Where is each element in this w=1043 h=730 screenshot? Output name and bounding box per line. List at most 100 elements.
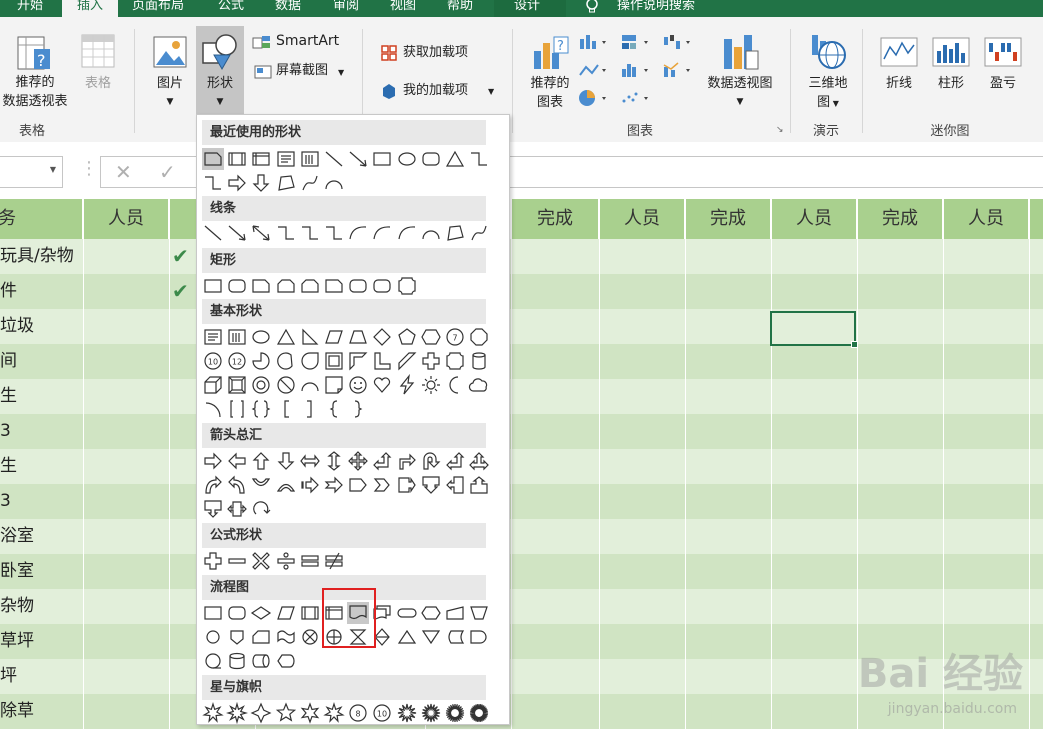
- proc-shape-icon[interactable]: [202, 602, 224, 624]
- cancel-icon[interactable]: ✕: [115, 160, 132, 184]
- grid-cell[interactable]: [858, 379, 944, 414]
- table-icon[interactable]: [80, 33, 116, 73]
- grid-cell[interactable]: [772, 659, 858, 694]
- column-header[interactable]: 人员: [944, 199, 1030, 239]
- line-chart-icon[interactable]: [578, 61, 610, 83]
- arrowline-shape-icon[interactable]: [347, 148, 369, 170]
- fill-handle[interactable]: [851, 341, 858, 348]
- oval-shape-icon[interactable]: [250, 326, 272, 348]
- lbrace-shape-icon[interactable]: [323, 398, 345, 420]
- enter-icon[interactable]: ✓: [159, 160, 176, 184]
- star-shape-icon[interactable]: [323, 702, 345, 724]
- elbow-shape-icon[interactable]: [468, 148, 490, 170]
- grid-cell[interactable]: [600, 484, 686, 519]
- frame-shape-icon[interactable]: [323, 350, 345, 372]
- waterfall-chart-icon[interactable]: [662, 33, 694, 55]
- alt-shape-icon[interactable]: [371, 275, 393, 297]
- grid-cell[interactable]: [84, 309, 170, 344]
- column-header[interactable]: 人员: [772, 199, 858, 239]
- grid-cell[interactable]: [944, 449, 1030, 484]
- stored-shape-icon[interactable]: [444, 626, 466, 648]
- elbow-shape-icon[interactable]: [275, 222, 297, 244]
- rbrack-shape-icon[interactable]: [299, 398, 321, 420]
- arc2-shape-icon[interactable]: [202, 398, 224, 420]
- grid-cell[interactable]: [686, 449, 772, 484]
- grid-cell[interactable]: [1030, 694, 1043, 729]
- grid-cell[interactable]: [84, 414, 170, 449]
- star-shape-icon[interactable]: [275, 702, 297, 724]
- txtbox-shape-icon[interactable]: [202, 326, 224, 348]
- arru-shape-icon[interactable]: [250, 450, 272, 472]
- oval-shape-icon[interactable]: [396, 148, 418, 170]
- plaque-shape-icon[interactable]: [396, 275, 418, 297]
- star-shape-icon[interactable]: [468, 702, 490, 724]
- snip2-shape-icon[interactable]: [299, 275, 321, 297]
- grid-cell[interactable]: [600, 589, 686, 624]
- oct-shape-icon[interactable]: [468, 326, 490, 348]
- grid-cell[interactable]: [84, 344, 170, 379]
- grid-cell[interactable]: [1030, 554, 1043, 589]
- grid-cell[interactable]: [600, 239, 686, 274]
- screenshot-button[interactable]: 屏幕截图: [276, 61, 328, 80]
- arc-shape-icon[interactable]: [299, 374, 321, 396]
- term-shape-icon[interactable]: [396, 602, 418, 624]
- snip2-shape-icon[interactable]: [275, 275, 297, 297]
- snip-shape-icon[interactable]: [250, 275, 272, 297]
- sparkline-column-icon[interactable]: [932, 37, 970, 71]
- grid-cell[interactable]: [772, 274, 858, 309]
- tab-view[interactable]: 视图: [390, 0, 416, 17]
- curve-shape-icon[interactable]: [347, 222, 369, 244]
- uturn-shape-icon[interactable]: [420, 450, 442, 472]
- grid-cell[interactable]: [944, 379, 1030, 414]
- display-shape-icon[interactable]: [275, 650, 297, 672]
- plaque-shape-icon[interactable]: [444, 350, 466, 372]
- line-shape-icon[interactable]: [202, 222, 224, 244]
- elbow-shape-icon[interactable]: [323, 222, 345, 244]
- grid-cell[interactable]: [858, 554, 944, 589]
- rect-shape-icon[interactable]: [202, 275, 224, 297]
- vtxt-shape-icon[interactable]: [299, 148, 321, 170]
- bevel-shape-icon[interactable]: [226, 374, 248, 396]
- pictures-button[interactable]: 图片: [150, 74, 190, 93]
- rrect-shape-icon[interactable]: [226, 275, 248, 297]
- dec-shape-icon[interactable]: [250, 602, 272, 624]
- tab-formulas[interactable]: 公式: [218, 0, 244, 17]
- grid-cell[interactable]: [858, 449, 944, 484]
- grid-cell[interactable]: [944, 554, 1030, 589]
- lruarr-shape-icon[interactable]: [468, 450, 490, 472]
- lbrack-shape-icon[interactable]: [275, 398, 297, 420]
- grid-cell[interactable]: [512, 624, 600, 659]
- grid-cell[interactable]: [512, 659, 600, 694]
- grid-cell[interactable]: [686, 659, 772, 694]
- bent-shape-icon[interactable]: [396, 450, 418, 472]
- sumj-shape-icon[interactable]: [299, 626, 321, 648]
- grid-cell[interactable]: [686, 239, 772, 274]
- grid-cell[interactable]: [84, 554, 170, 589]
- halfframe-shape-icon[interactable]: [347, 350, 369, 372]
- circarr2-shape-icon[interactable]: [250, 498, 272, 520]
- scribble-shape-icon[interactable]: [468, 222, 490, 244]
- direct-shape-icon[interactable]: [250, 650, 272, 672]
- grid-cell[interactable]: [686, 484, 772, 519]
- column-header[interactable]: 完成: [858, 199, 944, 239]
- data-shape-icon[interactable]: [275, 602, 297, 624]
- neq-shape-icon[interactable]: [323, 550, 345, 572]
- grid-cell[interactable]: [686, 344, 772, 379]
- can-shape-icon[interactable]: [468, 350, 490, 372]
- grid-cell[interactable]: [512, 344, 600, 379]
- get-addins-button[interactable]: 获取加载项: [403, 43, 468, 62]
- grid-cell[interactable]: [686, 379, 772, 414]
- grid-cell[interactable]: [600, 519, 686, 554]
- column-header[interactable]: 完成: [512, 199, 600, 239]
- rtri-shape-icon[interactable]: [299, 326, 321, 348]
- grid-cell[interactable]: [512, 554, 600, 589]
- scatter-chart-icon[interactable]: [620, 89, 652, 111]
- grid-cell[interactable]: [1030, 589, 1043, 624]
- sparkline-winloss-button[interactable]: 盈亏: [982, 74, 1024, 93]
- moon-shape-icon[interactable]: [444, 374, 466, 396]
- num7-shape-icon[interactable]: 7: [444, 326, 466, 348]
- notched-shape-icon[interactable]: [323, 474, 345, 496]
- extract-shape-icon[interactable]: [396, 626, 418, 648]
- pentagonarr-shape-icon[interactable]: [347, 474, 369, 496]
- num10-shape-icon[interactable]: 10: [202, 350, 224, 372]
